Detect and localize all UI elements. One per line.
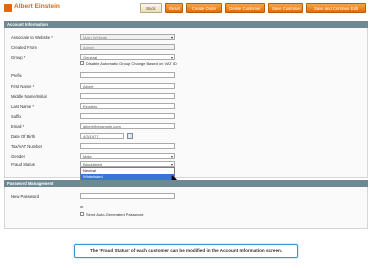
save-customer-button[interactable]: Save Customer: [268, 3, 303, 13]
disable-group-change-checkbox[interactable]: [80, 61, 84, 65]
email-input[interactable]: albert@example.com: [80, 123, 175, 129]
gender-label: Gender: [11, 154, 25, 159]
group-label: Group *: [11, 55, 26, 60]
chevron-down-icon: ▾: [170, 55, 173, 60]
prefix-input[interactable]: [80, 72, 175, 78]
associate-website-value: Main Website: [83, 35, 108, 40]
associate-website-select[interactable]: Main Website ▾: [80, 34, 175, 40]
create-order-button[interactable]: Create Order: [186, 3, 222, 13]
page-title: Albert Einstein: [14, 3, 60, 10]
taxvat-label: Tax/VAT Number: [11, 144, 43, 149]
last-name-label: Last Name *: [11, 104, 35, 109]
delete-customer-button[interactable]: Delete Customer: [225, 3, 265, 13]
new-password-input[interactable]: [80, 193, 175, 199]
dob-input[interactable]: 4/3/1977: [80, 133, 124, 139]
suffix-label: Suffix: [11, 114, 22, 119]
associate-website-label: Associate to Website *: [11, 35, 53, 40]
caption: The 'Fraud Status' of each customer can …: [74, 244, 298, 258]
email-label: Email *: [11, 124, 25, 129]
first-name-label: First Name *: [11, 84, 35, 89]
created-from-field: Admin: [80, 44, 175, 50]
account-information-header: Account Information: [4, 21, 368, 28]
first-name-input[interactable]: Albert: [80, 83, 175, 89]
group-select[interactable]: General ▾: [80, 54, 175, 60]
or-text: or: [80, 204, 84, 209]
taxvat-input[interactable]: [80, 143, 175, 149]
last-name-input[interactable]: Einstein: [80, 103, 175, 109]
password-management-header: Password Management: [4, 180, 368, 187]
account-information-fieldset: [4, 28, 368, 178]
save-continue-button[interactable]: Save and Continue Edit: [306, 3, 366, 13]
gender-value: Male: [83, 154, 92, 159]
back-button[interactable]: Back: [140, 3, 162, 13]
middle-name-input[interactable]: [80, 93, 175, 99]
reset-button[interactable]: Reset: [165, 3, 183, 13]
fraud-status-label: Fraud Status: [11, 162, 35, 167]
send-auto-password-label: Send Auto-Generated Password: [86, 212, 144, 217]
calendar-icon[interactable]: [127, 133, 133, 139]
password-management-fieldset: [4, 187, 368, 229]
group-value: General: [83, 55, 98, 60]
middle-name-label: Middle Name/Initial: [11, 94, 47, 99]
chevron-down-icon: ▾: [170, 35, 173, 40]
page-header: Albert Einstein Back Reset Create Order …: [0, 0, 371, 18]
created-from-label: Created From: [11, 45, 37, 50]
new-password-label: New Password: [11, 194, 39, 199]
chevron-down-icon: ▾: [170, 154, 173, 159]
disable-group-change-label: Disable Automatic Group Change Based on …: [86, 61, 177, 66]
send-auto-password-checkbox[interactable]: [80, 212, 84, 216]
dob-label: Date Of Birth: [11, 134, 36, 139]
prefix-label: Prefix: [11, 73, 22, 78]
suffix-input[interactable]: [80, 113, 175, 119]
gender-select[interactable]: Male ▾: [80, 153, 175, 159]
customer-icon: [4, 4, 12, 12]
